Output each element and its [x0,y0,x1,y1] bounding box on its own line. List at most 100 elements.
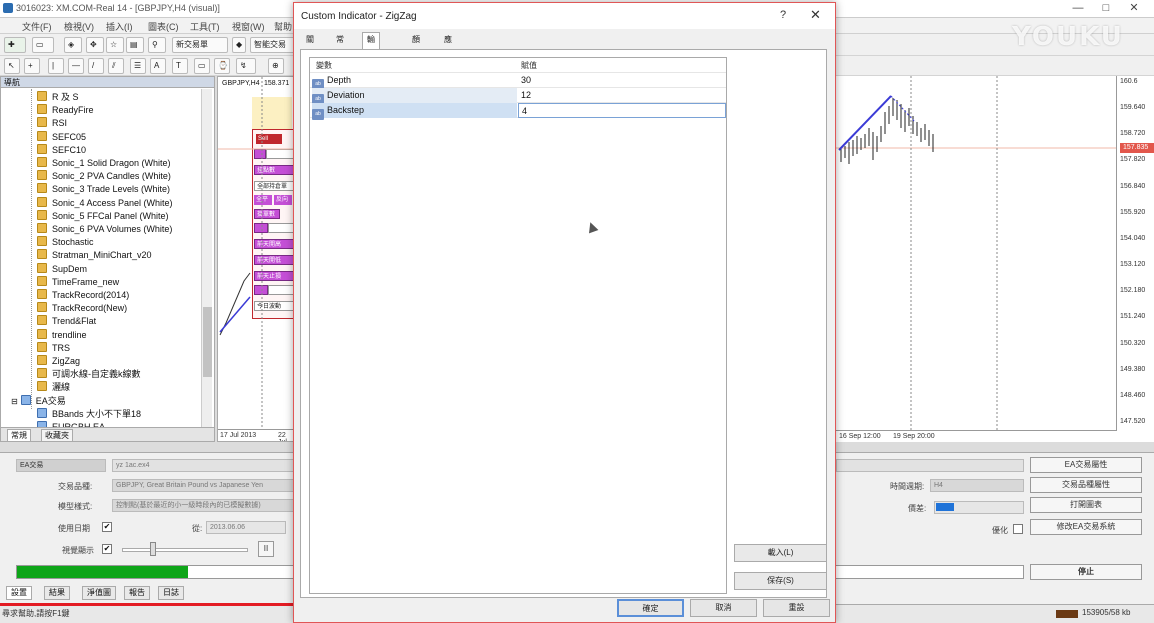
navigator-scrollbar[interactable] [201,89,212,429]
navigator-indicator-item[interactable]: RSI [37,117,67,130]
arrows-icon[interactable]: ↯ [236,58,256,74]
modify-ea-button[interactable]: 修改EA交易系統 [1030,519,1142,535]
navigator-indicator-item[interactable]: TrackRecord(2014) [37,289,129,302]
navigator-indicator-item[interactable]: Sonic_1 Solid Dragon (White) [37,157,171,170]
metaeditor-icon[interactable]: ◆ [232,37,246,53]
cursor-icon[interactable]: ↖ [4,58,20,74]
menu-file[interactable]: 文件(F) [22,20,52,33]
symbol-select[interactable]: GBPJPY, Great Britain Pound vs Japanese … [112,479,294,492]
terminal-icon[interactable]: ▤ [126,37,144,53]
text-icon[interactable]: A [150,58,166,74]
open-chart-button[interactable]: 打開圖表 [1030,497,1142,513]
horizontal-line-icon[interactable]: — [68,58,84,74]
zoom-icon[interactable]: ⊕ [268,58,284,74]
menu-charts[interactable]: 圖表(C) [148,20,179,33]
pause-button[interactable]: II [258,541,274,557]
profiles-icon[interactable]: ▭ [32,37,54,53]
model-select[interactable]: 控制點(基於最近的小一級時段內的已模擬數據) [112,499,294,512]
navigator-indicator-item[interactable]: Sonic_2 PVA Candles (White) [37,170,171,183]
visual-mode-checkbox[interactable]: ✔ [102,544,112,554]
navigator-indicator-item[interactable]: Sonic_3 Trade Levels (White) [37,183,170,196]
period-icon[interactable]: ⌚ [214,58,230,74]
new-chart-icon[interactable]: ✚ [4,37,26,53]
new-order-button[interactable]: 新交易單 [172,37,228,53]
from-date-input[interactable]: 2013.06.06 [206,521,286,534]
navigator-indicator-item[interactable]: SEFC05 [37,130,86,144]
tester-icon[interactable]: ⚲ [148,37,166,53]
data-window-icon[interactable]: ✥ [86,37,104,53]
navigator-indicator-item[interactable]: SupDem [37,262,87,276]
tab-settings[interactable]: 設置 [6,586,32,600]
navigator-indicator-item[interactable]: TRS [37,341,70,355]
navigator-indicator-item[interactable]: 灑線 [37,381,70,394]
auto-trading-button[interactable]: 智能交易 [250,37,296,53]
optimize-checkbox[interactable] [1013,524,1023,534]
label-icon[interactable]: T [172,58,188,74]
collapse-icon[interactable]: ⊟ [11,397,18,406]
menu-window[interactable]: 視窗(W) [232,20,265,33]
navigator-indicator-item[interactable]: ReadyFire [37,104,94,117]
navigator-icon[interactable]: ☆ [106,37,124,53]
menu-view[interactable]: 檢視(V) [64,20,94,33]
navigator-indicator-item[interactable]: Trend&Flat [37,315,96,328]
chart-window-left[interactable]: GBPJPY,H4 158.371 Sell 挂點數 全部持倉單 全平 反向 掛… [217,76,295,442]
parameter-value-input[interactable]: 4 [518,103,726,118]
market-watch-icon[interactable]: ◈ [64,37,82,53]
ea-type-select[interactable]: EA交易 [16,459,106,472]
navigator-indicator-item[interactable]: trendline [37,328,87,342]
trendline-icon[interactable]: / [88,58,104,74]
navigator-indicator-item[interactable]: SEFC10 [37,143,86,157]
navigator-ea-group[interactable]: ⊟ EA交易 [11,394,66,408]
parameter-value[interactable]: 30 [518,73,726,88]
minimize-button[interactable]: — [1064,2,1092,14]
use-date-checkbox[interactable]: ✔ [102,522,112,532]
navigator-indicator-item[interactable]: Stratman_MiniChart_v20 [37,249,152,262]
navigator-indicator-item[interactable]: TimeFrame_new [37,275,119,289]
speed-slider-thumb[interactable] [150,542,156,556]
navigator-indicator-item[interactable]: 可調水線-自定義k線數 [37,368,141,381]
crosshair-icon[interactable]: + [24,58,40,74]
tab-about[interactable]: 關於 [302,33,318,58]
vertical-line-icon[interactable]: | [48,58,64,74]
help-button[interactable]: ? [780,9,786,21]
table-row[interactable]: ab Deviation 12 [310,88,726,105]
navigator-indicator-item[interactable]: Sonic_6 PVA Volumes (White) [37,223,172,236]
fibonacci-icon[interactable]: ☰ [130,58,146,74]
period-select[interactable]: H4 [930,479,1024,492]
navigator-indicator-item[interactable]: R 及 S [37,91,79,104]
channel-icon[interactable]: ⫽ [108,58,124,74]
symbol-properties-button[interactable]: 交易品種屬性 [1030,477,1142,493]
navigator-indicator-item[interactable]: Sonic_5 FFCal Panel (White) [37,209,169,223]
tab-report[interactable]: 報告 [124,586,150,600]
navigator-ea-item[interactable]: BBands 大小不下單18 [37,407,141,421]
stop-button[interactable]: 停止 [1030,564,1142,580]
tab-graph[interactable]: 淨值圖 [82,586,116,600]
ea-properties-button[interactable]: EA交易屬性 [1030,457,1142,473]
ea-file-select[interactable]: yz 1ac.ex4 [112,459,294,472]
close-icon[interactable]: ✕ [810,7,821,23]
tab-inputs[interactable]: 輸入參數 [362,32,380,86]
maximize-button[interactable]: □ [1092,2,1120,14]
save-button[interactable]: 保存(S) [734,572,827,590]
tab-favorites[interactable]: 收藏夾 [41,429,73,442]
menu-insert[interactable]: 插入(I) [106,20,133,33]
menu-help[interactable]: 幫助 [274,20,292,33]
scrollbar-thumb[interactable] [203,307,212,377]
tab-visualization[interactable]: 應用範圍 [440,33,456,86]
chart-window-right[interactable]: 160.6 159.640 158.720 157.820 156.840 155.920… [834,76,1154,442]
navigator-indicator-item[interactable]: TrackRecord(New) [37,302,127,315]
cancel-button[interactable]: 取消 [690,599,757,617]
navigator-indicator-item[interactable]: Stochastic [37,236,94,249]
tab-results[interactable]: 結果 [44,586,70,600]
ok-button[interactable]: 確定 [617,599,684,617]
menu-tools[interactable]: 工具(T) [190,20,220,33]
rectangle-icon[interactable]: ▭ [194,58,210,74]
tab-common[interactable]: 常規 [7,429,31,442]
table-row[interactable]: ab Backstep 4 [310,103,726,120]
tab-colors[interactable]: 顏色 [408,33,424,58]
tab-common[interactable]: 常規 [332,33,348,58]
table-row[interactable]: ab Depth 30 [310,73,726,90]
parameter-value[interactable]: 12 [518,88,726,103]
navigator-indicator-item[interactable]: Sonic_4 Access Panel (White) [37,196,173,210]
reset-button[interactable]: 重設 [763,599,830,617]
